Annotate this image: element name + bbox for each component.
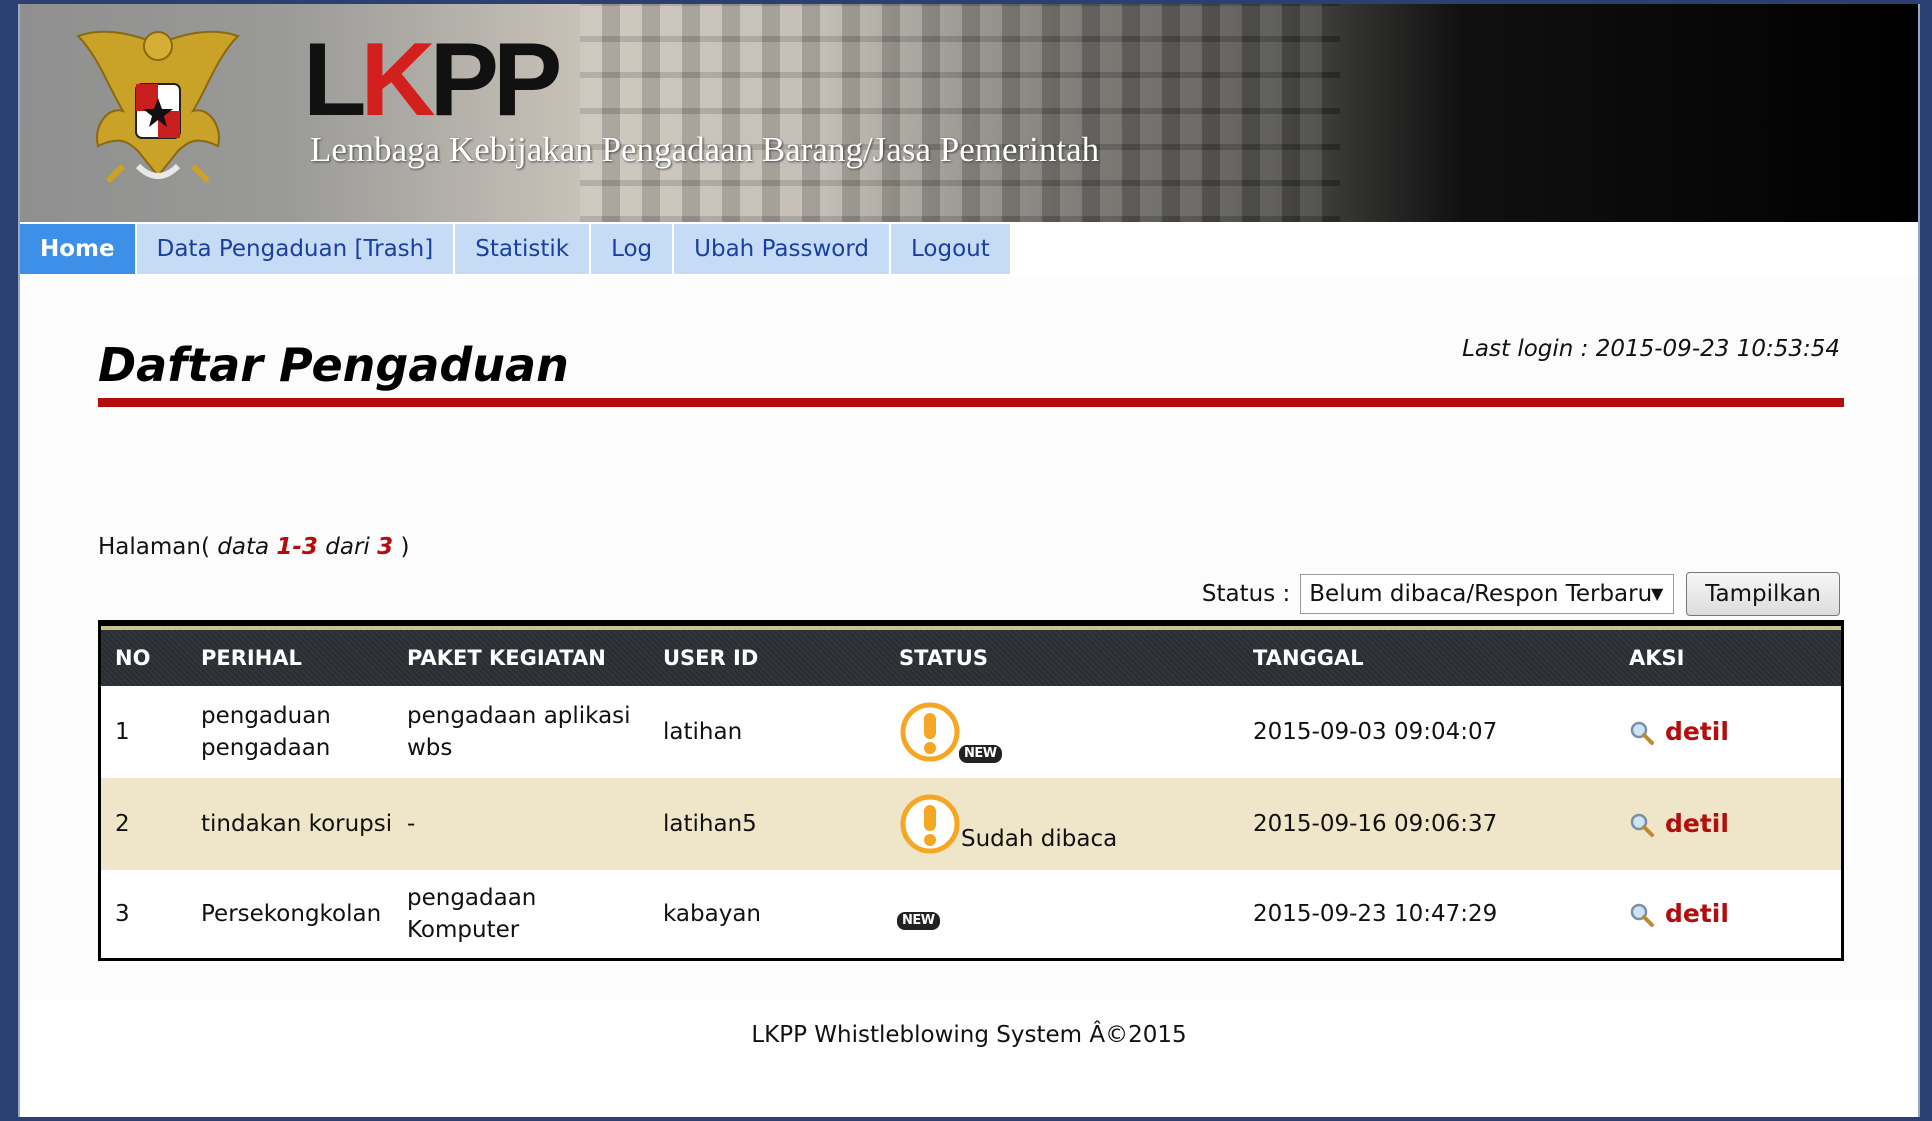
tampilkan-button[interactable]: Tampilkan	[1686, 572, 1840, 616]
garuda-emblem-icon	[76, 30, 240, 184]
new-badge: NEW	[959, 745, 1002, 763]
nav-ubah-password[interactable]: Ubah Password	[674, 224, 890, 274]
halaman-total: 3	[377, 534, 394, 560]
cell-tanggal: 2015-09-03 09:04:07	[1253, 719, 1498, 745]
table-row: 2 tindakan korupsi - latihan5 Sudah diba…	[101, 778, 1841, 870]
nav-log[interactable]: Log	[591, 224, 673, 274]
pagination-info: Halaman( data 1-3 dari 3 )	[98, 534, 409, 560]
cell-tanggal: 2015-09-23 10:47:29	[1253, 901, 1498, 927]
column-header-perihal: PERIHAL	[187, 626, 393, 686]
cell-user-id: kabayan	[663, 901, 761, 927]
main-content: Daftar Pengaduan Last login : 2015-09-23…	[20, 276, 1918, 1000]
cell-aksi: detil	[1615, 870, 1841, 958]
browser-frame: LKPP Lembaga Kebijakan Pengadaan Barang/…	[18, 4, 1920, 1117]
magnifier-icon	[1630, 721, 1654, 745]
cell-user-id: latihan5	[663, 811, 757, 837]
site-subtitle: Lembaga Kebijakan Pengadaan Barang/Jasa …	[310, 130, 1100, 169]
page-title: Daftar Pengaduan	[98, 338, 569, 392]
cell-aksi: detil	[1615, 778, 1841, 870]
chevron-down-icon: ▼	[1650, 584, 1664, 603]
halaman-range: 1-3	[276, 534, 318, 560]
title-divider	[98, 398, 1844, 407]
nav-data-pengaduan-trash[interactable]: Data Pengaduan [Trash]	[136, 224, 454, 274]
header-building-shade	[580, 4, 1340, 222]
halaman-suffix: )	[400, 534, 410, 560]
detil-link[interactable]: detil	[1665, 899, 1729, 928]
table-row: 1 pengaduan pengadaan pengadaan aplikasi…	[101, 686, 1841, 778]
warning-icon	[900, 794, 960, 854]
main-nav: Home Data Pengaduan [Trash] Statistik Lo…	[20, 224, 1012, 276]
status-read-text: Sudah dibaca	[961, 826, 1118, 852]
table-header-row: NO PERIHAL PAKET KEGIATAN USER ID STATUS…	[101, 626, 1841, 686]
lkpp-logo: LKPP	[303, 22, 562, 138]
detil-link[interactable]: detil	[1665, 717, 1729, 746]
cell-perihal: tindakan korupsi	[201, 811, 393, 837]
column-header-status: STATUS	[885, 626, 1239, 686]
cell-paket: -	[407, 811, 416, 837]
site-footer: LKPP Whistleblowing System Â©2015	[20, 1000, 1918, 1117]
site-header: LKPP Lembaga Kebijakan Pengadaan Barang/…	[20, 4, 1918, 222]
cell-status: NEW	[885, 870, 1239, 958]
detil-link[interactable]: detil	[1665, 809, 1729, 838]
nav-home[interactable]: Home	[20, 224, 135, 274]
last-login-info: Last login : 2015-09-23 10:53:54	[1462, 336, 1840, 362]
magnifier-icon	[1630, 813, 1654, 837]
cell-aksi: detil	[1615, 686, 1841, 778]
cell-no: 2	[115, 811, 130, 837]
new-badge: NEW	[897, 912, 940, 930]
nav-statistik[interactable]: Statistik	[455, 224, 590, 274]
cell-paket: pengadaan Komputer	[407, 885, 537, 943]
cell-no: 1	[115, 719, 130, 745]
warning-icon	[900, 702, 960, 762]
status-filter-label: Status :	[1201, 581, 1291, 607]
cell-no: 3	[115, 901, 130, 927]
column-header-aksi: AKSI	[1615, 626, 1841, 686]
halaman-prefix: Halaman(	[98, 534, 210, 560]
status-select[interactable]: Belum dibaca/Respon Terbaru ▼	[1300, 574, 1675, 614]
footer-text: LKPP Whistleblowing System Â©2015	[751, 1022, 1187, 1048]
nav-logout[interactable]: Logout	[891, 224, 1010, 274]
column-header-user-id: USER ID	[649, 626, 885, 686]
column-header-tanggal: TANGGAL	[1239, 626, 1615, 686]
status-select-value: Belum dibaca/Respon Terbaru	[1309, 581, 1653, 607]
cell-paket: pengadaan aplikasi wbs	[407, 703, 631, 761]
status-filter: Status : Belum dibaca/Respon Terbaru ▼ T…	[1202, 572, 1840, 616]
magnifier-icon	[1630, 903, 1654, 927]
complaints-table: NO PERIHAL PAKET KEGIATAN USER ID STATUS…	[98, 620, 1844, 961]
cell-perihal: pengaduan pengadaan	[201, 703, 331, 761]
column-header-paket-kegiatan: PAKET KEGIATAN	[393, 626, 649, 686]
cell-user-id: latihan	[663, 719, 743, 745]
table-row: 3 Persekongkolan pengadaan Komputer kaba…	[101, 870, 1841, 958]
column-header-no: NO	[101, 626, 187, 686]
cell-status: NEW	[885, 686, 1239, 778]
cell-perihal: Persekongkolan	[201, 901, 382, 927]
halaman-data-word: data	[217, 534, 270, 560]
halaman-dari-word: dari	[325, 534, 370, 560]
cell-status: Sudah dibaca	[885, 778, 1239, 870]
cell-tanggal: 2015-09-16 09:06:37	[1253, 811, 1498, 837]
